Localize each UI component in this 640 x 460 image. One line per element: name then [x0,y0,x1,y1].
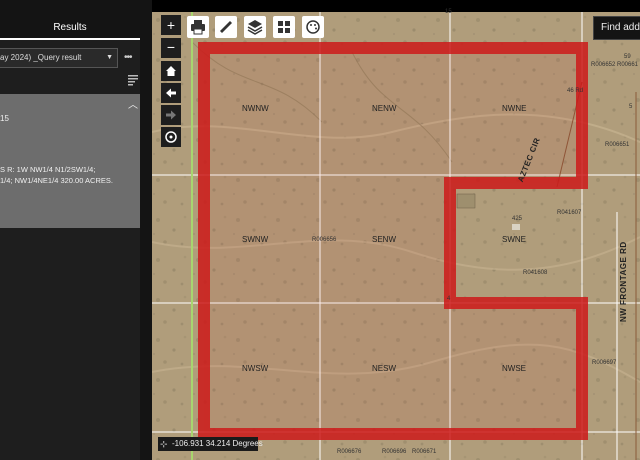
parcel-id: R006656 [312,237,337,243]
layer-select-value: ay 2024) _Query result [0,53,82,62]
search-input[interactable]: Find addr [593,16,640,40]
section-label: NWSW [242,364,269,373]
parcel-id: R006696 [382,449,407,455]
grid-icon [278,21,290,33]
section-label: SWNW [242,235,269,244]
list-options-icon[interactable] [128,74,138,86]
map-overlay [152,12,640,460]
basemap-gallery-button[interactable] [273,16,295,38]
parcel-id: R006652 [591,62,616,68]
top-marker: 15 [445,9,452,15]
section-label: NWSE [502,364,526,373]
tab-active-indicator [0,38,140,40]
print-button[interactable] [187,16,209,38]
chevron-up-icon[interactable]: ︿ [128,96,138,111]
map-view[interactable] [152,12,640,460]
parcel-id: R006676 [337,449,362,455]
coordinate-text: -106.931 34.214 Degrees [172,439,263,448]
results-panel: Results ay 2024) _Query result ▼ ••• ︿ 1… [0,0,152,460]
section-label: SWNE [502,235,526,244]
home-icon [166,66,176,76]
tab-results[interactable]: Results [0,22,140,33]
parcel-id: R041608 [523,270,548,276]
corner-label: 5 [629,104,633,110]
home-button[interactable] [161,61,181,81]
result-card[interactable]: ︿ 15 S R: 1W NW1/4 N1/2SW1/4; 1/4; NW1/4… [0,94,140,228]
previous-extent-button[interactable] [161,83,181,103]
result-description: S R: 1W NW1/4 N1/2SW1/4; 1/4; NW1/4NE1/4… [0,164,140,186]
result-description-line: S R: 1W NW1/4 N1/2SW1/4; [0,165,96,174]
house-number: 425 [512,216,523,222]
section-label: NWNE [502,104,527,113]
section-label: NESW [372,364,396,373]
layers-button[interactable] [244,16,266,38]
layers-icon [247,20,263,35]
parcel-id: R00661 [617,62,639,68]
parcel-id: R041607 [557,210,582,216]
parcel-id: R006671 [412,449,437,455]
more-options-button[interactable]: ••• [124,52,132,63]
result-id: 15 [0,114,9,123]
zoom-in-button[interactable]: + [161,15,181,35]
locate-icon [165,131,177,143]
coordinate-readout: ⊹ -106.931 34.214 Degrees [158,437,263,451]
corner-label: 4 [447,296,451,302]
measure-button[interactable] [215,16,237,38]
arrow-left-icon [166,88,176,98]
road-label: NW FRONTAGE RD [619,241,628,322]
panel-sidebar [140,0,152,460]
parcel-id: R006651 [605,142,630,148]
chevron-down-icon: ▼ [106,54,113,61]
locate-button[interactable] [161,127,181,147]
crosshair-icon[interactable]: ⊹ [160,437,168,451]
palette-icon [306,20,320,34]
legend-button[interactable] [302,16,324,38]
printer-icon [191,20,205,35]
road-number-label: 46 Rd [567,88,584,94]
section-label: NENW [372,104,397,113]
parcel-id: 59 [624,54,631,60]
zoom-out-button[interactable]: − [161,38,181,58]
arrow-right-icon [166,110,176,120]
result-description-line: 1/4; NW1/4NE1/4 320.00 ACRES. [0,176,113,185]
section-label: SENW [372,235,396,244]
panel-header: Results [0,0,140,40]
section-label: NWNW [242,104,269,113]
parcel-id: R006697 [592,360,617,366]
ruler-icon [220,21,232,33]
layer-select[interactable]: ay 2024) _Query result ▼ [0,48,118,68]
next-extent-button[interactable] [161,105,181,125]
